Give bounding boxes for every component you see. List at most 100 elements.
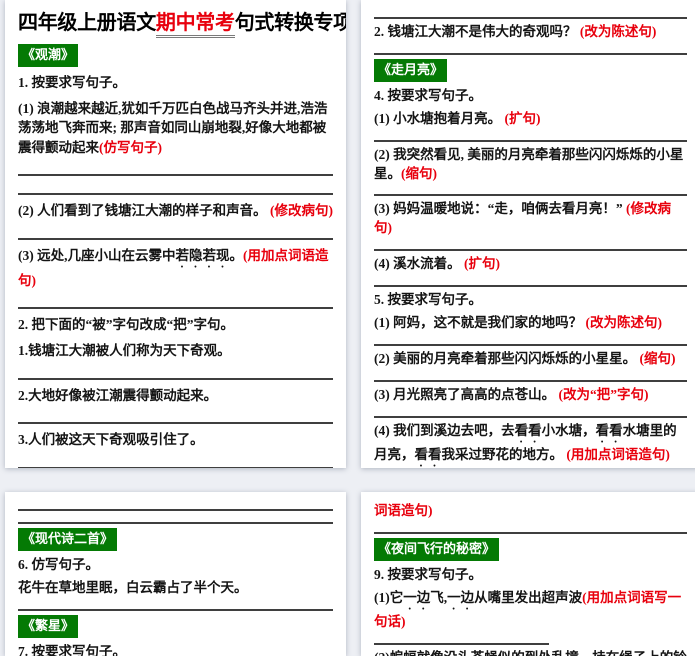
exercise-text: (1) 浪潮越来越近,犹如千万匹白色战马齐头并进,浩浩荡荡地飞奔而来; 那声音如… xyxy=(18,99,333,158)
exercise-text: 3.人们被这天下奇观吸引住了。 xyxy=(18,430,333,450)
text-segment: (2) 人们看到了钱塘江大潮的样子和声音。 xyxy=(18,203,270,219)
text-segment: (改为“把”字句) xyxy=(558,386,649,402)
text-segment: 2. 把下面的“被”字句改成“把”字句。 xyxy=(18,317,234,333)
page-4[interactable]: 词语造句) 《夜间飞行的秘密》 9. 按要求写句子。 (1)它一边飞,一边从嘴里发出超… xyxy=(361,492,695,656)
answer-line xyxy=(18,193,333,196)
answer-line xyxy=(18,522,333,524)
text-segment: (用加点词语造句) xyxy=(566,446,670,462)
text-segment: 小水塘， xyxy=(541,422,596,438)
text-segment: 1. 按要求写句子。 xyxy=(18,75,126,90)
text-segment: 从嘴里发出超声波 xyxy=(474,589,583,605)
exercise-text: 1.钱塘江大潮被人们称为天下奇观。 xyxy=(18,341,333,361)
text-segment: (仿写句子) xyxy=(99,139,162,155)
answer-line xyxy=(374,415,687,418)
exercise-text: (3) 月光照亮了高高的点苍山。 (改为“把”字句) xyxy=(374,386,687,405)
section-badge-label: 《观潮》 xyxy=(18,44,79,67)
text-segment: 《繁星》 xyxy=(22,617,75,633)
text-segment: 《夜间飞行的秘密》 xyxy=(378,540,496,556)
text-segment: 飞, xyxy=(430,589,448,605)
exercise-text: 4. 按要求写句子。 xyxy=(374,87,687,106)
text-segment: 词语造句) xyxy=(374,503,433,518)
text-segment: (改为陈述句) xyxy=(585,315,663,331)
answer-line xyxy=(374,285,687,288)
text-segment: (2) 美丽的月亮牵着那些闪闪烁烁的小星星。 xyxy=(374,350,640,366)
exercise-text: (4) 溪水流着。 (扩句) xyxy=(374,255,687,274)
exercise-text: (1)它一边飞,一边从嘴里发出超声波(用加点词语写一句话) xyxy=(374,589,687,632)
text-segment: (3) 远处,几座小山在云雾中 xyxy=(18,247,176,263)
exercise-text: 5. 按要求写句子。 xyxy=(374,291,687,310)
text-segment: 2. 钱塘江大潮不是伟大的奇观吗？ xyxy=(374,24,580,39)
exercise-text: 词语造句) xyxy=(374,502,687,521)
exercise-text: 2.大地好像被江潮震得颤动起来。 xyxy=(18,386,333,406)
text-segment: (缩句) xyxy=(401,165,437,181)
text-segment: 9. 按要求写句子。 xyxy=(374,566,482,582)
section-badge: 《观潮》 xyxy=(18,44,333,67)
text-segment: (扩句) xyxy=(464,256,500,272)
text-segment: 若隐若现 xyxy=(175,247,230,263)
exercise-text: (1) 小水塘抱着月亮。 (扩句) xyxy=(374,110,687,129)
text-segment: (4) 溪水流着。 xyxy=(374,256,464,272)
exercise-text: (1) 阿妈，这不就是我们家的地吗？ (改为陈述句) xyxy=(374,314,687,333)
answer-line xyxy=(374,642,550,645)
text-segment: 一边 xyxy=(447,589,475,605)
answer-line xyxy=(18,174,333,177)
text-segment: (3) 妈妈温暖地说：“走，咱俩去看月亮！” xyxy=(374,201,626,217)
doc-title: 四年级上册语文期中常考句式转换专项 xyxy=(18,10,346,38)
text-segment: 花牛在草地里眠，白云霸占了半个天。 xyxy=(18,579,248,595)
text-segment: (4) 我们到溪边去吧，去 xyxy=(374,422,515,438)
text-segment: 3.人们被这天下奇观吸引住了。 xyxy=(18,432,204,448)
text-segment: (缩句) xyxy=(639,350,676,366)
text-segment: 1.钱塘江大潮被人们称为天下奇观。 xyxy=(18,342,231,358)
section-badge-label: 《繁星》 xyxy=(18,614,79,638)
text-segment: (3) 月光照亮了高高的点苍山。 xyxy=(374,386,559,402)
answer-line xyxy=(18,377,333,380)
text-segment: 7. 按要求写句子。 xyxy=(18,643,126,656)
text-segment: 四年级上册语文 xyxy=(18,12,156,34)
text-segment: (改为陈述句) xyxy=(579,24,657,39)
answer-line xyxy=(374,194,687,197)
answer-line xyxy=(374,531,687,534)
page-2[interactable]: 2. 钱塘江大潮不是伟大的奇观吗？ (改为陈述句) 《走月亮》 4. 按要求写句子。… xyxy=(361,0,695,468)
page-1-content: 四年级上册语文期中常考句式转换专项《观潮》 1. 按要求写句子。 (1) 浪潮越来越… xyxy=(5,0,346,468)
section-badge: 《走月亮》 xyxy=(374,58,687,82)
answer-line xyxy=(374,249,687,252)
answer-line xyxy=(18,466,333,468)
exercise-text: 1. 按要求写句子。 xyxy=(18,73,333,93)
text-segment: (1)它 xyxy=(374,589,404,605)
exercise-text: 9. 按要求写句子。 xyxy=(374,566,687,585)
exercise-text: (2) 我突然看见, 美丽的月亮牵着那些闪闪烁烁的小星星。(缩句) xyxy=(374,146,687,184)
answer-line xyxy=(18,509,333,511)
text-segment: (扩句) xyxy=(504,110,541,126)
text-segment: 《现代诗二首》 xyxy=(22,531,114,546)
page-1[interactable]: 四年级上册语文期中常考句式转换专项《观潮》 1. 按要求写句子。 (1) 浪潮越来越… xyxy=(5,0,346,468)
section-badge-label: 《走月亮》 xyxy=(374,58,448,82)
text-segment: 我采过野花的地方。 xyxy=(441,446,567,462)
text-segment: (修改病句) xyxy=(270,203,333,219)
exercise-text: 2. 把下面的“被”字句改成“把”字句。 xyxy=(18,315,333,335)
answer-line xyxy=(374,379,687,382)
exercise-text: 花牛在草地里眠，白云霸占了半个天。 xyxy=(18,579,333,598)
text-segment: (1) 浪潮越来越近,犹如千万匹白色战马齐头并进,浩浩荡荡地飞奔而来; 那声音如… xyxy=(18,100,328,155)
section-badge: 《夜间飞行的秘密》 xyxy=(374,537,687,561)
page-4-content: 词语造句) 《夜间飞行的秘密》 9. 按要求写句子。 (1)它一边飞,一边从嘴里发出超… xyxy=(361,492,695,656)
text-segment: 6. 仿写句子。 xyxy=(18,557,99,572)
answer-line xyxy=(374,343,687,346)
exercise-text: (3) 远处,几座小山在云雾中若隐若现。(用加点词语造句) xyxy=(18,246,333,291)
text-segment: 《走月亮》 xyxy=(378,61,444,77)
exercise-text: (2)蝙蝠就像没头苍蝇似的到处乱撞，挂在绳子上的铃铛响个不停。 (仿写句子) xyxy=(374,649,687,656)
text-segment: (1) 小水塘抱着月亮。 xyxy=(374,110,505,126)
answer-line xyxy=(374,139,687,142)
answer-line xyxy=(18,422,333,425)
answer-line xyxy=(374,17,687,19)
text-segment: 4. 按要求写句子。 xyxy=(374,87,482,103)
section-badge-label: 《夜间飞行的秘密》 xyxy=(374,537,500,561)
answer-line xyxy=(374,52,687,55)
section-badge: 《繁星》 xyxy=(18,614,333,638)
text-segment: 看看 xyxy=(514,422,542,438)
exercise-text: 7. 按要求写句子。 xyxy=(18,643,333,656)
text-segment: 期中常考 xyxy=(155,12,235,38)
text-segment: 看看 xyxy=(595,422,623,438)
answer-line xyxy=(18,307,333,310)
section-badge: 《现代诗二首》 xyxy=(18,528,333,551)
page-3[interactable]: 《现代诗二首》 6. 仿写句子。花牛在草地里眠，白云霸占了半个天。《繁星》 7. 按… xyxy=(5,492,346,656)
